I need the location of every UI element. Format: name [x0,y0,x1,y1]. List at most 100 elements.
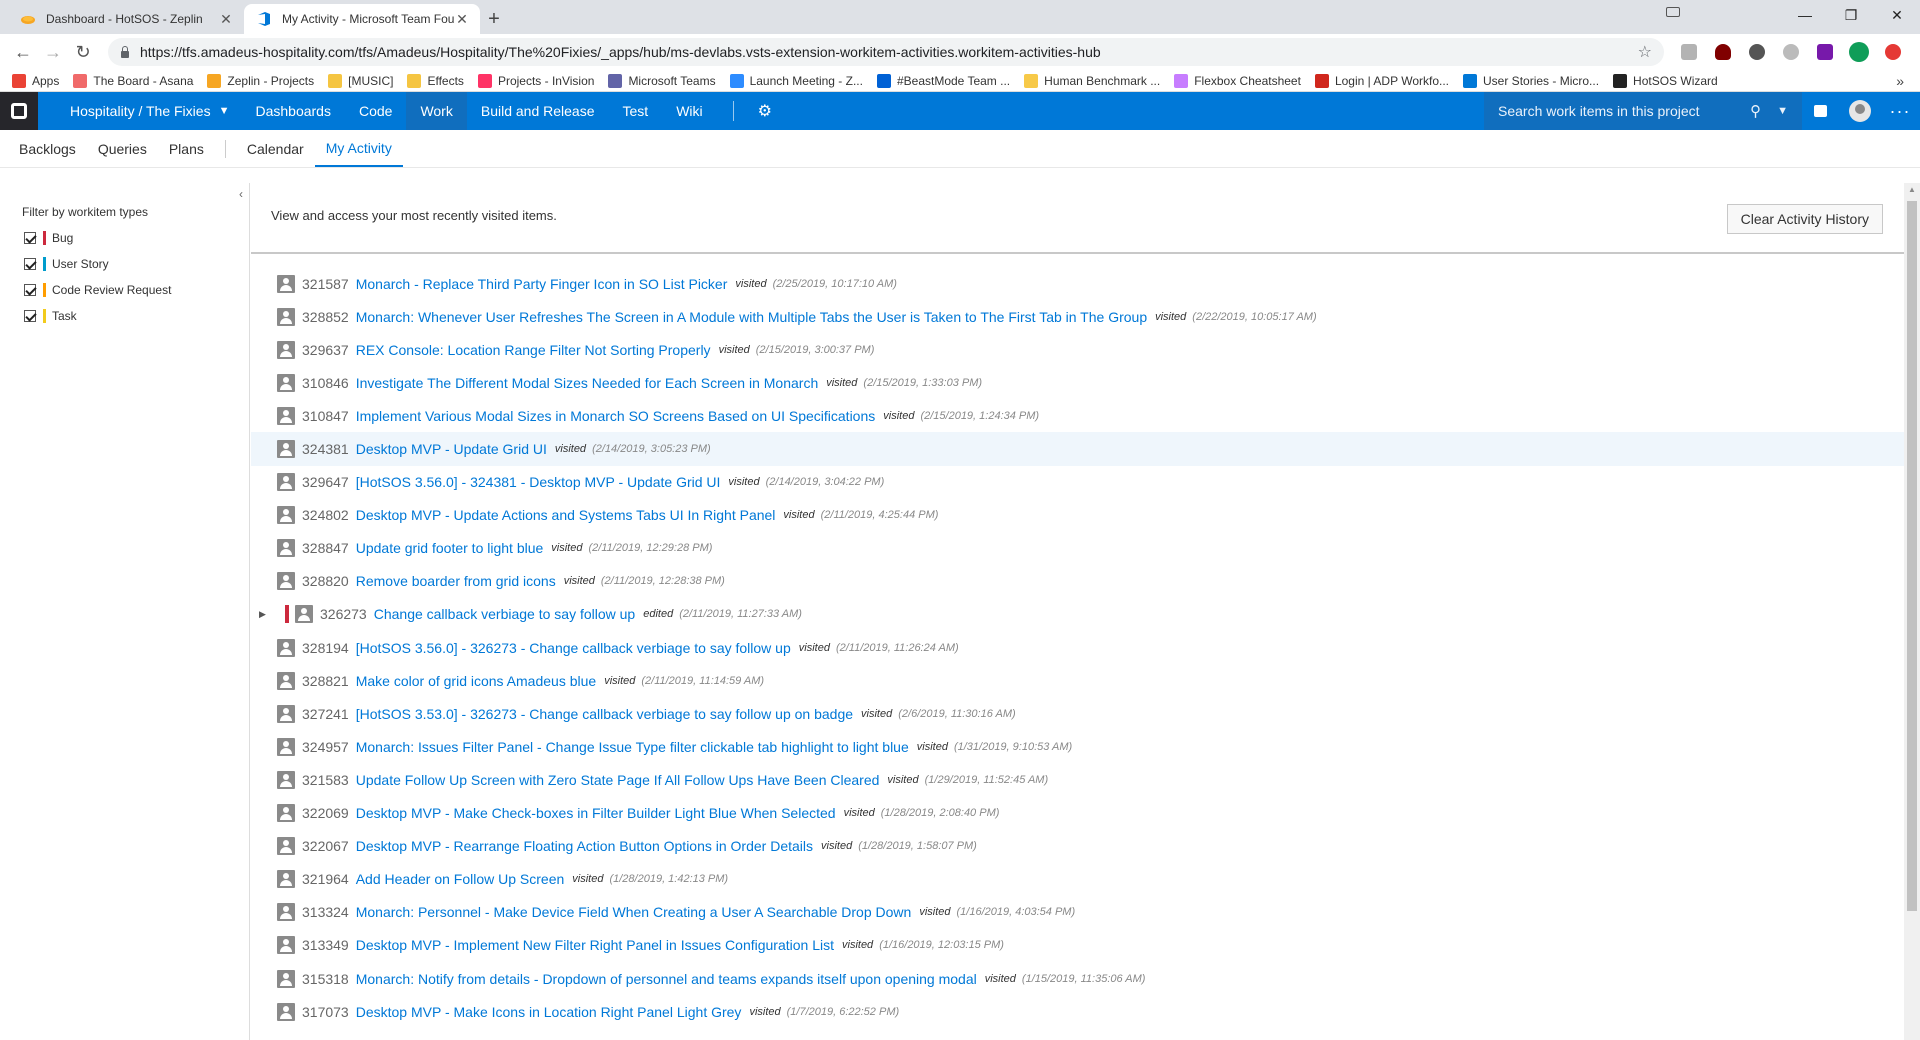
work-item-title-link[interactable]: Investigate The Different Modal Sizes Ne… [356,375,819,391]
bookmark-item[interactable]: Human Benchmark ... [1024,73,1160,88]
tab-backlogs[interactable]: Backlogs [8,130,87,167]
cast-icon[interactable] [1666,7,1680,17]
filter-task[interactable]: Task [24,308,77,324]
activity-row[interactable]: 328847 Update grid footer to light blue vi… [251,532,1904,565]
bookmark-item[interactable]: Launch Meeting - Z... [729,73,863,88]
work-item-title-link[interactable]: Update Follow Up Screen with Zero State … [356,772,880,788]
url-text[interactable]: https://tfs.amadeus-hospitality.com/tfs/… [140,44,1638,60]
work-item-title-link[interactable]: REX Console: Location Range Filter Not S… [356,342,711,358]
activity-row[interactable]: 321587 Monarch - Replace Third Party Fing… [251,267,1904,300]
work-item-title-link[interactable]: Implement Various Modal Sizes in Monarch… [356,408,876,424]
close-tab-icon[interactable]: ✕ [218,11,234,28]
onenote-extension-icon[interactable] [1813,40,1837,64]
work-item-title-link[interactable]: Monarch - Replace Third Party Finger Ico… [356,276,728,292]
bookmark-item[interactable]: User Stories - Micro... [1463,73,1599,88]
work-item-title-link[interactable]: Update grid footer to light blue [356,540,544,556]
tab-my-activity[interactable]: My Activity [314,130,403,167]
bookmark-item[interactable]: #BeastMode Team ... [876,73,1010,88]
activity-row[interactable]: 324957 Monarch: Issues Filter Panel - Cha… [251,730,1904,763]
activity-row[interactable]: 327241 [HotSOS 3.53.0] - 326273 - Change … [251,697,1904,730]
more-options-icon[interactable]: ··· [1880,92,1920,130]
filter-checkbox[interactable] [24,310,36,322]
work-item-title-link[interactable]: Desktop MVP - Make Check-boxes in Filter… [356,805,836,821]
work-item-title-link[interactable]: Make color of grid icons Amadeus blue [356,673,596,689]
project-selector[interactable]: Hospitality / The Fixies ▼ [38,92,241,130]
activity-row[interactable]: 313324 Monarch: Personnel - Make Device F… [251,896,1904,929]
activity-row[interactable]: 315318 Monarch: Notify from details - Dro… [251,962,1904,995]
extension-circle-icon[interactable] [1779,40,1803,64]
pdf-extension-icon[interactable] [1677,40,1701,64]
activity-row[interactable]: 328821 Make color of grid icons Amadeus b… [251,664,1904,697]
work-item-title-link[interactable]: [HotSOS 3.53.0] - 326273 - Change callba… [356,706,853,722]
hub-wiki[interactable]: Wiki [662,92,716,130]
activity-row[interactable]: 329637 REX Console: Location Range Filter… [251,333,1904,366]
work-item-title-link[interactable]: Monarch: Whenever User Refreshes The Scr… [356,309,1147,325]
activity-row[interactable]: 310846 Investigate The Different Modal Si… [251,366,1904,399]
work-item-title-link[interactable]: Desktop MVP - Update Grid UI [356,441,547,457]
activity-row[interactable]: 310847 Implement Various Modal Sizes in M… [251,399,1904,432]
activity-row[interactable]: ▶ 326273 Change callback verbiage to say f… [251,598,1904,631]
bookmark-item[interactable]: Login | ADP Workfo... [1314,73,1449,88]
expand-chevron-icon[interactable]: ▶ [259,609,266,620]
bookmark-item[interactable]: Effects [407,73,464,88]
activity-row[interactable]: 322067 Desktop MVP - Rearrange Floating A… [251,830,1904,863]
search-icon[interactable]: ⚲ [1750,102,1761,120]
activity-row[interactable]: 317073 Desktop MVP - Make Icons in Locati… [251,995,1904,1028]
minimize-button[interactable]: — [1782,0,1828,30]
activity-row[interactable]: 328194 [HotSOS 3.56.0] - 326273 - Change … [251,631,1904,664]
profile-avatar-icon[interactable] [1847,40,1871,64]
work-item-title-link[interactable]: Change callback verbiage to say follow u… [374,606,636,622]
hub-dashboards[interactable]: Dashboards [241,92,345,130]
tab-plans[interactable]: Plans [158,130,215,167]
work-item-title-link[interactable]: Monarch: Notify from details - Dropdown … [356,971,977,987]
bookmark-item[interactable]: The Board - Asana [73,73,193,88]
restore-button[interactable]: ❐ [1828,0,1874,30]
clear-activity-history-button[interactable]: Clear Activity History [1726,204,1883,234]
work-item-title-link[interactable]: Monarch: Personnel - Make Device Field W… [356,904,912,920]
hub-test[interactable]: Test [609,92,663,130]
bookmark-item[interactable]: Microsoft Teams [608,73,716,88]
activity-row[interactable]: 329647 [HotSOS 3.56.0] - 324381 - Desktop… [251,466,1904,499]
hub-code[interactable]: Code [345,92,406,130]
filter-checkbox[interactable] [24,258,36,270]
marketplace-bag-icon[interactable] [1800,92,1840,130]
forward-arrow-icon[interactable]: → [38,38,68,66]
filter-user-story[interactable]: User Story [24,256,109,272]
vsts-logo-icon[interactable] [0,92,38,130]
hub-work[interactable]: Work [406,92,467,130]
work-item-search[interactable]: Search work items in this project ⚲ ▼ [1484,92,1802,130]
bookmarks-more-button[interactable]: » [1896,73,1904,89]
bookmark-item[interactable]: Flexbox Cheatsheet [1174,73,1301,88]
reload-icon[interactable]: ↻ [68,38,98,66]
activity-row[interactable]: 322069 Desktop MVP - Make Check-boxes in … [251,797,1904,830]
activity-row[interactable]: 328820 Remove boarder from grid icons visi… [251,565,1904,598]
extension-gear-icon[interactable] [1745,40,1769,64]
work-item-title-link[interactable]: Desktop MVP - Make Icons in Location Rig… [356,1004,742,1020]
bookmark-item[interactable]: [MUSIC] [328,73,393,88]
new-tab-button[interactable]: + [480,4,508,34]
collapse-panel-icon[interactable]: ‹ [239,187,243,201]
vertical-scrollbar[interactable]: ▲ [1904,183,1920,1040]
close-tab-icon[interactable]: ✕ [454,11,470,28]
hub-build-and-release[interactable]: Build and Release [467,92,609,130]
bookmark-item[interactable]: HotSOS Wizard [1613,73,1718,88]
work-item-title-link[interactable]: Desktop MVP - Rearrange Floating Action … [356,838,813,854]
work-item-title-link[interactable]: Desktop MVP - Update Actions and Systems… [356,507,776,523]
activity-row[interactable]: 321964 Add Header on Follow Up Screen visi… [251,863,1904,896]
activity-row[interactable]: 324381 Desktop MVP - Update Grid UI visite… [251,432,1904,466]
work-item-title-link[interactable]: [HotSOS 3.56.0] - 324381 - Desktop MVP -… [356,474,721,490]
bookmark-item[interactable]: Apps [12,73,59,88]
back-arrow-icon[interactable]: ← [8,38,38,66]
ublock-extension-icon[interactable] [1711,40,1735,64]
chevron-down-icon[interactable]: ▼ [1777,105,1788,117]
bookmark-item[interactable]: Zeplin - Projects [207,73,314,88]
close-window-button[interactable]: ✕ [1874,0,1920,30]
activity-row[interactable]: 324802 Desktop MVP - Update Actions and S… [251,499,1904,532]
work-item-title-link[interactable]: Remove boarder from grid icons [356,573,556,589]
address-bar[interactable]: https://tfs.amadeus-hospitality.com/tfs/… [108,38,1664,66]
filter-bug[interactable]: Bug [24,230,73,246]
bookmark-star-icon[interactable]: ☆ [1638,42,1652,62]
filter-code-review-request[interactable]: Code Review Request [24,282,171,298]
tab-calendar[interactable]: Calendar [236,130,315,167]
filter-checkbox[interactable] [24,284,36,296]
